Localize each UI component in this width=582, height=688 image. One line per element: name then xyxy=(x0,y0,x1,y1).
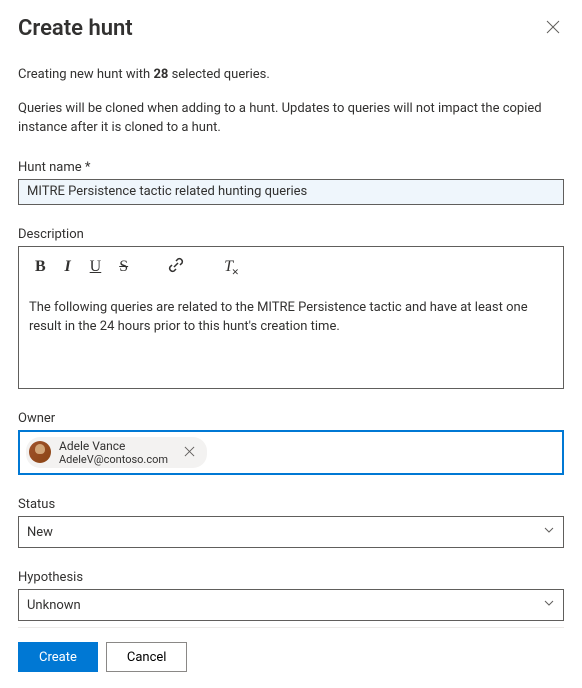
intro-prefix: Creating new hunt with xyxy=(18,67,153,82)
intro-text: Creating new hunt with 28 selected queri… xyxy=(18,65,564,85)
hunt-name-label: Hunt name * xyxy=(18,160,564,175)
status-select[interactable]: New xyxy=(18,516,564,548)
owner-chip: Adele Vance AdeleV@contoso.com xyxy=(26,437,207,469)
underline-button[interactable]: U xyxy=(82,254,110,280)
avatar xyxy=(29,441,51,463)
query-count: 28 xyxy=(153,67,168,82)
clear-format-icon: T✕ xyxy=(224,258,233,276)
chevron-down-icon xyxy=(543,524,555,540)
hunt-name-input[interactable] xyxy=(18,179,564,205)
hypothesis-label: Hypothesis xyxy=(18,570,564,585)
link-button[interactable] xyxy=(160,253,192,282)
hunt-name-label-text: Hunt name xyxy=(18,160,82,175)
clone-note: Queries will be cloned when adding to a … xyxy=(18,99,564,138)
link-icon xyxy=(168,257,184,278)
remove-icon xyxy=(184,445,195,460)
strikethrough-button[interactable]: S xyxy=(111,254,136,280)
bold-icon: B xyxy=(35,258,46,276)
description-editor[interactable]: The following queries are related to the… xyxy=(19,288,563,388)
required-mark: * xyxy=(85,160,91,175)
italic-icon: I xyxy=(65,258,71,276)
description-editor-container: B I U S xyxy=(18,246,564,389)
underline-icon: U xyxy=(90,258,102,276)
owner-label: Owner xyxy=(18,411,564,426)
chevron-down-icon xyxy=(543,597,555,613)
strikethrough-icon: S xyxy=(119,258,128,276)
close-icon xyxy=(546,21,560,37)
description-label: Description xyxy=(18,227,564,242)
owner-email: AdeleV@contoso.com xyxy=(59,453,168,466)
hypothesis-value: Unknown xyxy=(27,598,81,613)
status-label: Status xyxy=(18,497,564,512)
clear-format-button[interactable]: T✕ xyxy=(216,254,241,280)
remove-owner-button[interactable] xyxy=(180,443,199,462)
editor-toolbar: B I U S xyxy=(19,247,563,288)
intro-suffix: selected queries. xyxy=(168,67,269,82)
status-value: New xyxy=(27,525,53,540)
owner-info: Adele Vance AdeleV@contoso.com xyxy=(59,439,168,467)
owner-picker[interactable]: Adele Vance AdeleV@contoso.com xyxy=(18,430,564,476)
close-button[interactable] xyxy=(542,16,564,41)
italic-button[interactable]: I xyxy=(56,254,80,280)
create-button[interactable]: Create xyxy=(18,642,98,672)
hypothesis-select[interactable]: Unknown xyxy=(18,589,564,621)
owner-name: Adele Vance xyxy=(59,439,168,453)
bold-button[interactable]: B xyxy=(27,254,54,280)
page-title: Create hunt xyxy=(18,16,133,41)
footer: Create Cancel xyxy=(18,627,564,672)
cancel-button[interactable]: Cancel xyxy=(106,642,188,672)
